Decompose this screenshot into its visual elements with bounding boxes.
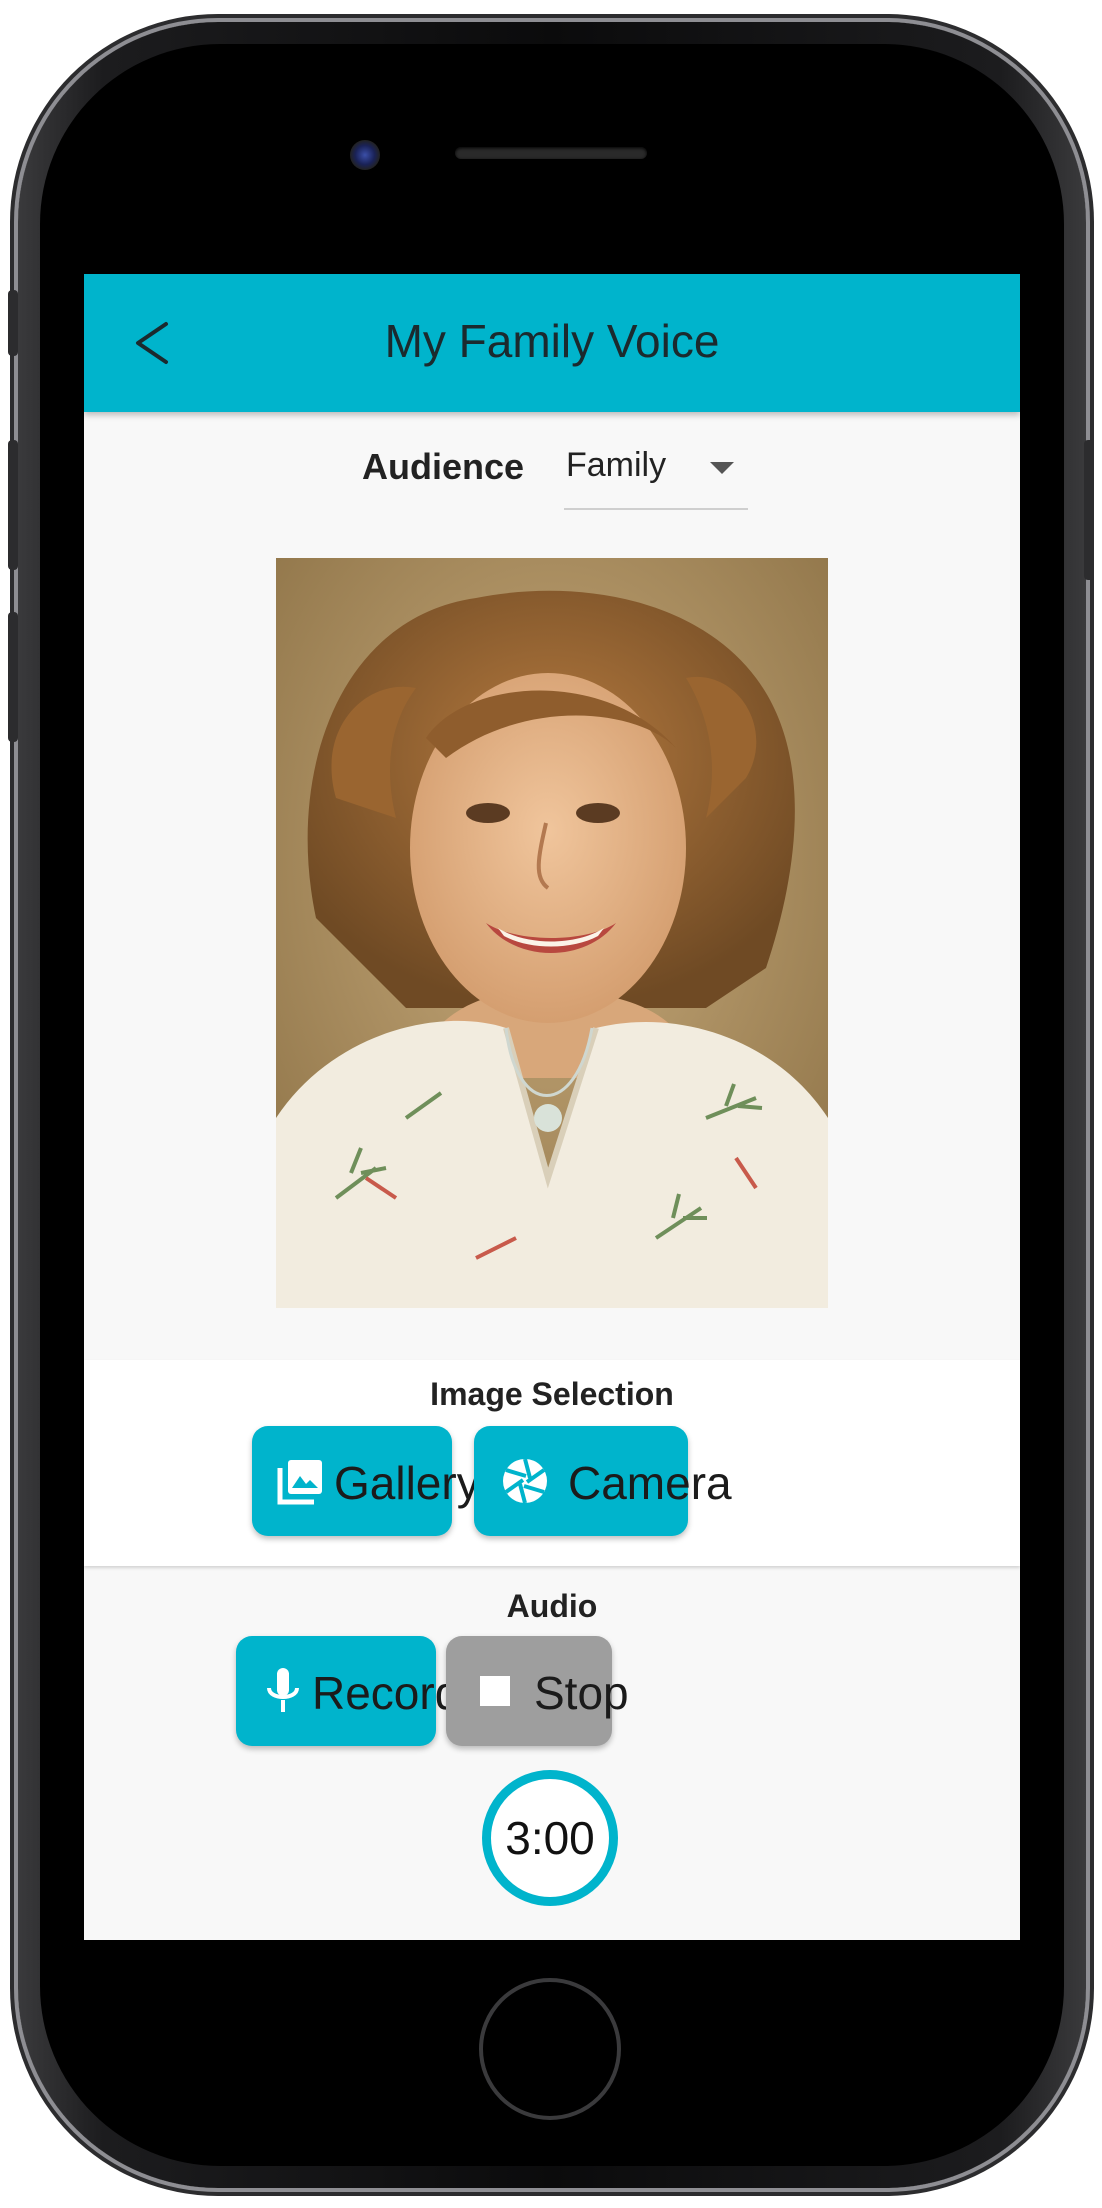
volume-down-button: [8, 612, 18, 742]
record-button[interactable]: Record: [236, 1636, 460, 1746]
camera-shutter-icon: [503, 1458, 547, 1504]
audience-row: Audience Family: [84, 446, 1020, 516]
gallery-button[interactable]: Gallery: [252, 1426, 480, 1536]
home-button[interactable]: [479, 1978, 621, 2120]
audio-label: Audio: [506, 1588, 598, 1624]
earpiece-speaker: [455, 147, 647, 159]
gallery-icon: [277, 1460, 322, 1505]
app-bar: My Family Voice: [84, 274, 1020, 412]
stop-label: Stop: [534, 1667, 629, 1719]
stop-button[interactable]: Stop: [446, 1636, 629, 1746]
stop-icon: [480, 1676, 510, 1706]
gallery-label: Gallery: [334, 1457, 480, 1509]
page-title: My Family Voice: [384, 315, 720, 367]
audience-value: Family: [566, 446, 667, 484]
audience-dropdown[interactable]: Family: [564, 442, 748, 510]
volume-up-button: [8, 440, 18, 570]
audience-label: Audience: [362, 446, 525, 487]
dropdown-arrow-icon: [710, 462, 734, 474]
camera-button[interactable]: Camera: [474, 1426, 732, 1536]
microphone-icon: [267, 1668, 299, 1712]
app-screen: My Family Voice Audience Family Image Se…: [84, 274, 1020, 1940]
record-label: Record: [312, 1667, 461, 1719]
portrait-illustration: [276, 558, 828, 1308]
volume-button: [8, 290, 18, 356]
portrait-photo: [276, 558, 828, 1308]
power-button: [1084, 440, 1094, 580]
front-camera: [350, 140, 380, 170]
image-selection-label: Image Selection: [430, 1376, 674, 1412]
recording-timer: 3:00: [482, 1770, 618, 1906]
camera-label: Camera: [568, 1457, 732, 1509]
image-selection-panel: Image Selection Gallery Camera: [84, 1360, 1020, 1566]
